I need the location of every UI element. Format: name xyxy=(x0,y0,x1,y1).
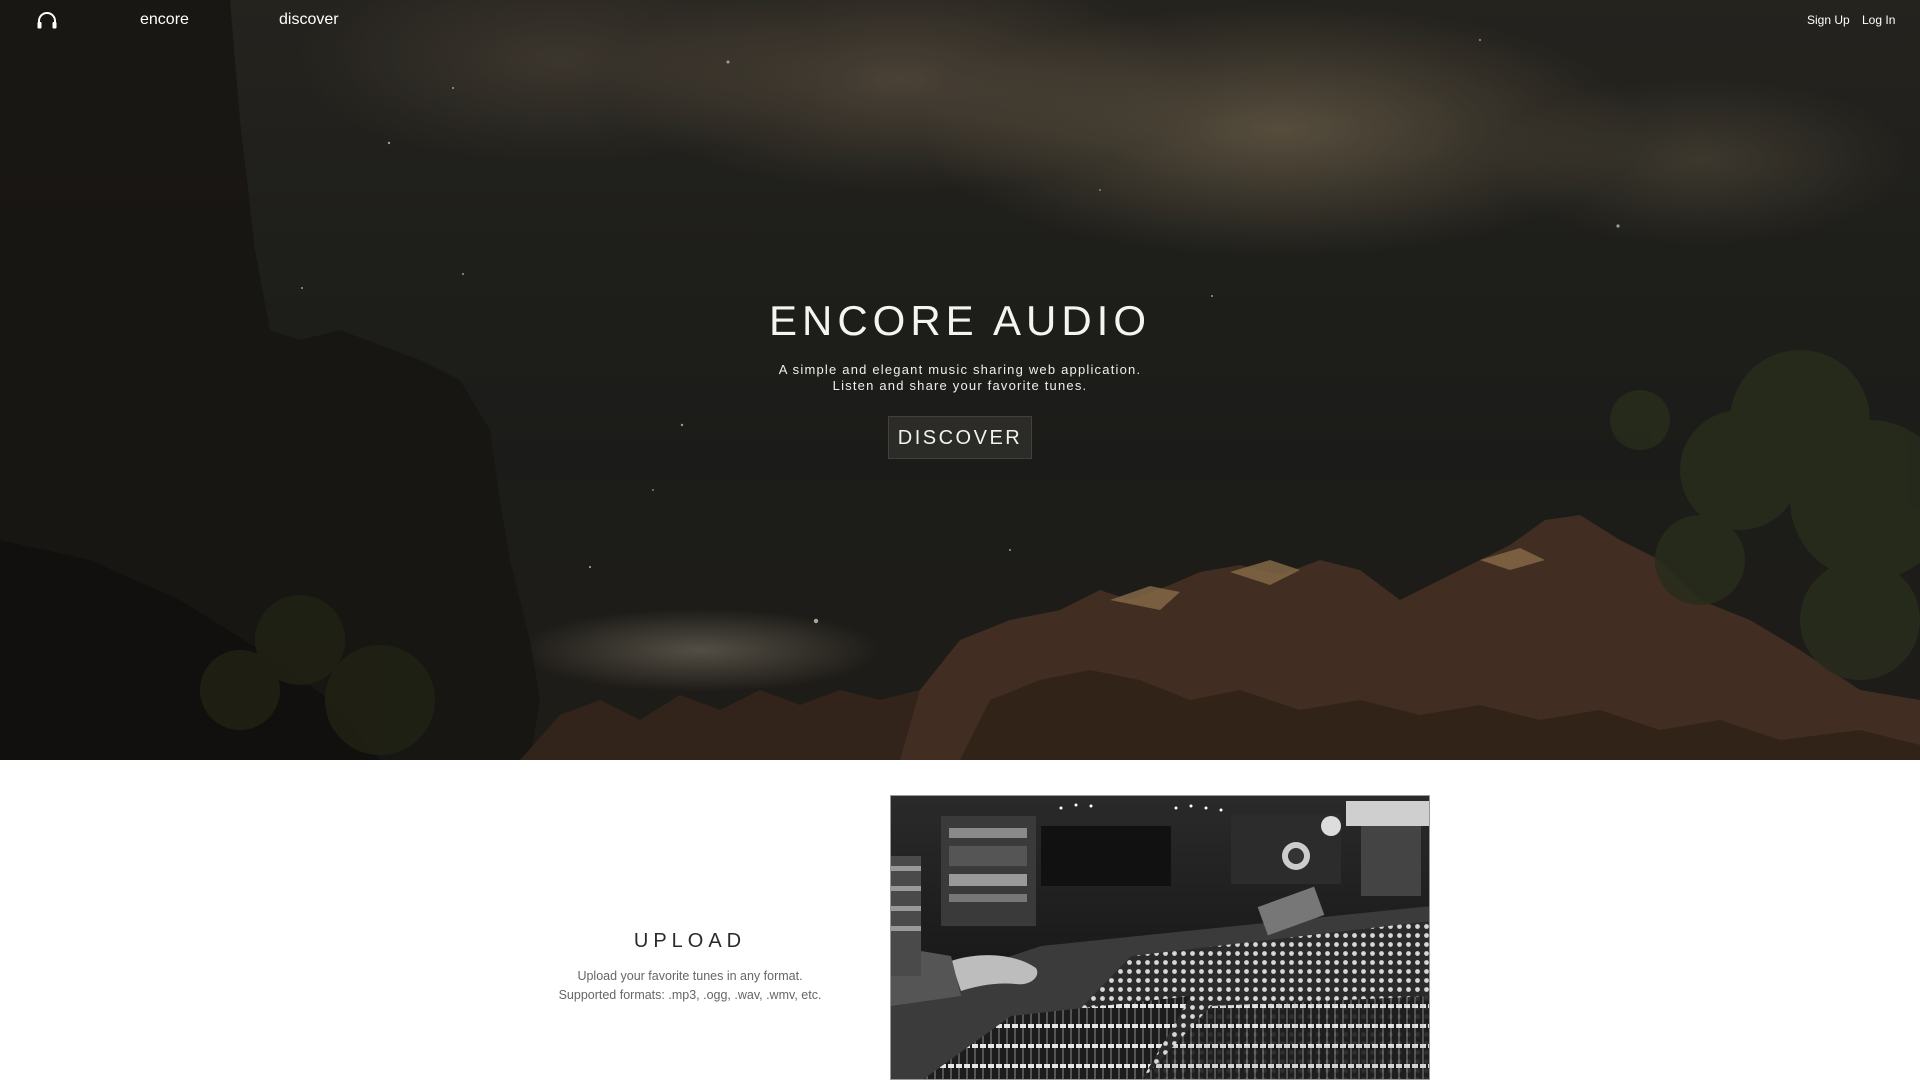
login-link[interactable]: Log In xyxy=(1862,13,1895,27)
hero-subtitle: A simple and elegant music sharing web a… xyxy=(0,362,1920,394)
nav-discover-link[interactable]: discover xyxy=(279,11,339,29)
hero-subtitle-line-1: A simple and elegant music sharing web a… xyxy=(778,362,1142,377)
upload-section: UPLOAD Upload your favorite tunes in any… xyxy=(0,760,1920,1080)
hero-content: ENCORE AUDIO A simple and elegant music … xyxy=(0,292,1920,459)
studio-console-image xyxy=(890,795,1430,1080)
brand-link[interactable]: encore xyxy=(140,11,189,29)
upload-description-line-2: Supported formats: .mp3, .ogg, .wav, .wm… xyxy=(558,988,822,1002)
upload-description-line-1: Upload your favorite tunes in any format… xyxy=(577,969,803,983)
upload-description: Upload your favorite tunes in any format… xyxy=(520,967,860,1005)
upload-text-block: UPLOAD Upload your favorite tunes in any… xyxy=(520,930,860,1005)
hero-section: encore discover Sign Up Log In ENCORE AU… xyxy=(0,0,1920,760)
headphones-icon[interactable] xyxy=(36,11,58,29)
hero-title: ENCORE AUDIO xyxy=(768,297,1152,344)
upload-title: UPLOAD xyxy=(633,930,747,952)
top-navbar: encore discover Sign Up Log In xyxy=(0,0,1920,40)
discover-button[interactable]: DISCOVER xyxy=(887,416,1033,459)
hero-subtitle-line-2: Listen and share your favorite tunes. xyxy=(832,378,1088,393)
signup-link[interactable]: Sign Up xyxy=(1807,13,1850,27)
